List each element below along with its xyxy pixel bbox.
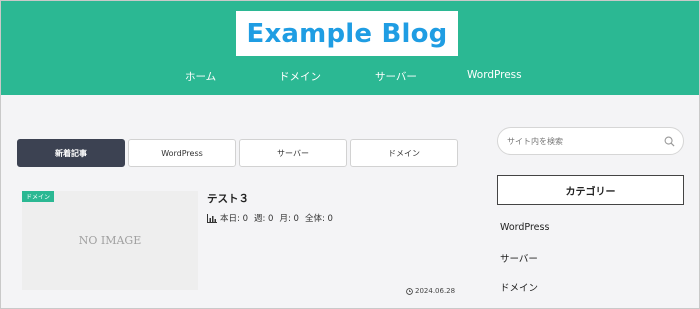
post-thumbnail[interactable]: NO IMAGE [22, 191, 198, 290]
nav-item-home[interactable]: ホーム [185, 69, 216, 84]
stat-week: 週: 0 [253, 214, 274, 224]
category-item-wordpress[interactable]: WordPress [500, 222, 549, 233]
nav-item-domain[interactable]: ドメイン [279, 69, 321, 84]
search-icon[interactable] [664, 136, 675, 147]
post-title[interactable]: テスト３ [207, 191, 249, 206]
global-nav: ホーム ドメイン サーバー WordPress [1, 69, 699, 85]
tab-new-posts[interactable]: 新着記事 [17, 139, 125, 167]
stat-today: 本日: 0 [220, 214, 248, 224]
category-item-server[interactable]: サーバー [500, 251, 538, 265]
nav-item-wordpress[interactable]: WordPress [467, 69, 522, 81]
category-badge: ドメイン [22, 191, 55, 202]
search-box [497, 127, 684, 155]
post-stats: 本日: 0 週: 0 月: 0 全体: 0 [207, 212, 333, 224]
tab-wordpress[interactable]: WordPress [128, 139, 236, 167]
post-date: 2024.06.28 [406, 287, 455, 295]
tab-domain[interactable]: ドメイン [350, 139, 458, 167]
category-heading: カテゴリー [497, 175, 684, 205]
nav-item-server[interactable]: サーバー [375, 69, 417, 84]
tab-server[interactable]: サーバー [239, 139, 347, 167]
stat-month: 月: 0 [279, 214, 299, 224]
search-input[interactable] [507, 134, 657, 149]
bar-chart-icon [207, 213, 217, 223]
site-header: Example Blog ホーム ドメイン サーバー WordPress [1, 1, 699, 95]
post-date-text: 2024.06.28 [415, 287, 456, 295]
no-image-text: NO IMAGE [78, 234, 142, 247]
site-logo-text[interactable]: Example Blog [247, 19, 448, 49]
category-item-domain[interactable]: ドメイン [500, 280, 538, 294]
site-logo[interactable]: Example Blog [236, 11, 458, 56]
stat-total: 全体: 0 [304, 214, 333, 224]
clock-icon [406, 287, 413, 295]
